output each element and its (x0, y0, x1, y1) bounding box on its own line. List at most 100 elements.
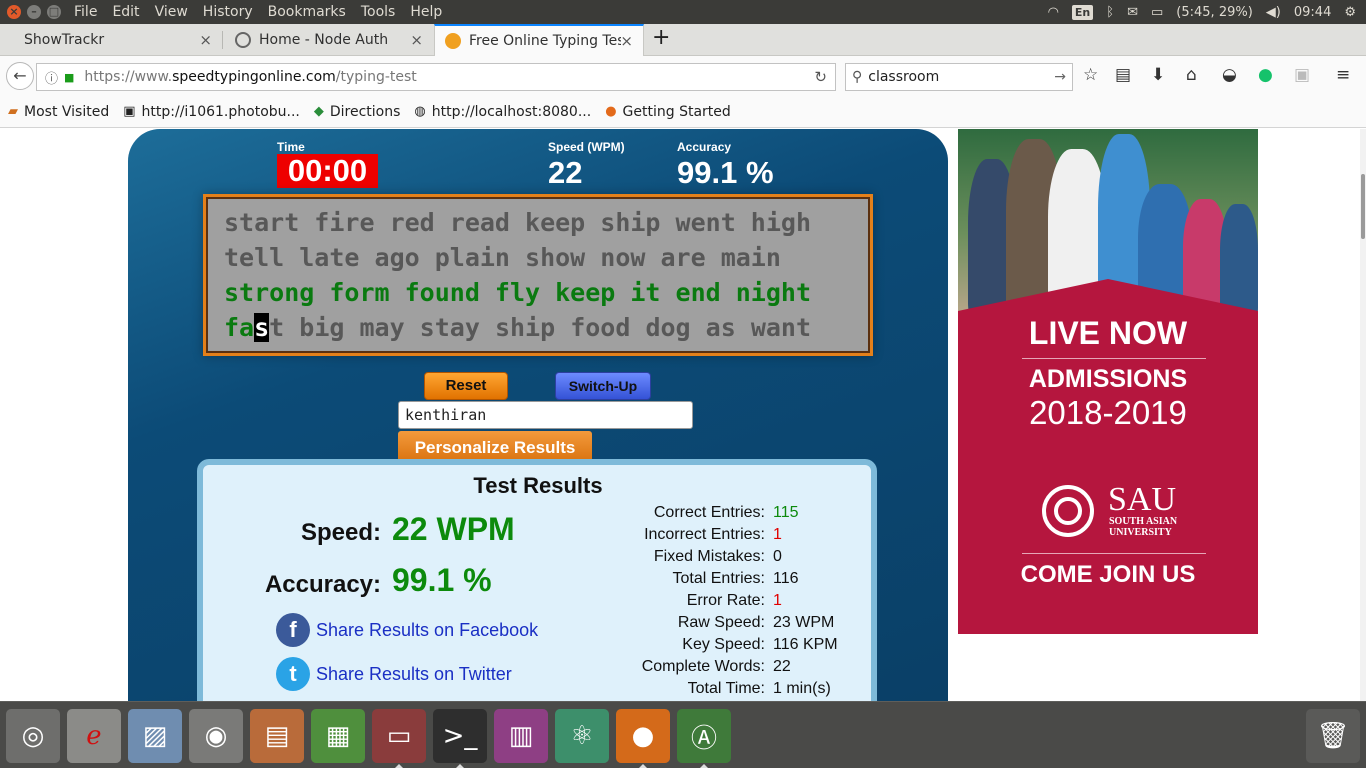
tab-label: Home - Node Auth (259, 32, 389, 48)
hamburger-menu-icon[interactable]: ≡ (1336, 65, 1350, 85)
ad-divider (1022, 553, 1206, 554)
keyboard-layout-indicator[interactable]: En (1071, 4, 1094, 20)
bookmark-localhost[interactable]: ◍ http://localhost:8080... (414, 104, 591, 120)
window-minimize-button[interactable]: – (27, 5, 41, 19)
menu-history[interactable]: History (203, 4, 253, 20)
detail-correct-entries: Correct Entries: 115 (653, 504, 799, 521)
file-manager-icon[interactable]: ▭ (372, 709, 426, 763)
software-updater-icon[interactable]: Ⓐ (677, 709, 731, 763)
battery-icon[interactable]: ▭ (1151, 5, 1163, 20)
share-facebook-link[interactable]: f Share Results on Facebook (276, 613, 538, 647)
bookmark-getting-started[interactable]: ● Getting Started (605, 104, 731, 120)
running-indicator (639, 764, 647, 768)
reading-list-icon[interactable]: ▤ (1115, 65, 1131, 85)
app-launcher-icon[interactable]: ▥ (494, 709, 548, 763)
switch-up-button[interactable]: Switch-Up (555, 372, 651, 400)
bookmark-most-visited[interactable]: ▰ Most Visited (8, 104, 109, 120)
bookmarks-toolbar: ▰ Most Visited ▣ http://i1061.photobu... ◆… (0, 96, 1366, 128)
bluetooth-icon[interactable]: ᛒ (1106, 5, 1114, 20)
mail-icon[interactable]: ✉ (1127, 5, 1138, 20)
image-viewer-icon[interactable]: ▨ (128, 709, 182, 763)
window-close-button[interactable]: × (7, 5, 21, 19)
detail-raw-speed: Raw Speed: 23 WPM (677, 614, 835, 631)
tab-typing-test[interactable]: Free Online Typing Tes × (434, 24, 644, 56)
menu-edit[interactable]: Edit (112, 4, 139, 20)
ubuntu-dash-icon[interactable]: ◎ (6, 709, 60, 763)
close-tab-icon[interactable]: × (410, 31, 423, 49)
lock-icon[interactable]: ■ (64, 71, 74, 84)
advertisement-banner[interactable]: LIVE NOW ADMISSIONS 2018-2019 SAU SOUTH … (958, 129, 1258, 634)
bookmark-photobucket[interactable]: ▣ http://i1061.photobu... (123, 104, 300, 120)
power-gear-icon[interactable]: ⚙ (1344, 5, 1356, 20)
ad-live-now: LIVE NOW (1028, 315, 1188, 351)
menu-view[interactable]: View (155, 4, 188, 20)
menu-bookmarks[interactable]: Bookmarks (268, 4, 346, 20)
close-tab-icon[interactable]: × (620, 32, 633, 50)
detail-fixed-mistakes: Fixed Mistakes: 0 (653, 548, 782, 565)
detail-total-time: Total Time: 1 min(s) (687, 680, 831, 697)
close-tab-icon[interactable]: × (199, 31, 212, 49)
pocket-icon[interactable]: ◒ (1222, 65, 1237, 85)
maps-icon: ◆ (313, 104, 324, 119)
url-text[interactable]: https://www.speedtypingonline.com/typing… (84, 69, 416, 85)
trash-icon[interactable]: 🗑 (1306, 709, 1360, 763)
reload-icon[interactable]: ↻ (814, 68, 827, 86)
bookmark-directions[interactable]: ◆ Directions (314, 104, 401, 120)
bookmark-star-icon[interactable]: ☆ (1083, 65, 1098, 85)
time-label: Time (277, 140, 305, 154)
speed-label: Speed (WPM) (548, 140, 625, 154)
battery-status[interactable]: (5:45, 29%) (1176, 5, 1253, 20)
ad-year: 2018-2019 (1029, 394, 1187, 431)
name-input[interactable]: kenthiran (398, 401, 693, 429)
wifi-icon[interactable]: ◠ (1048, 5, 1059, 20)
share-twitter-link[interactable]: t Share Results on Twitter (276, 657, 512, 691)
completed-text-line: strong form found fly keep it end night (224, 278, 811, 307)
firefox-icon: ● (605, 104, 617, 119)
ad-admissions: ADMISSIONS (1028, 365, 1188, 393)
volume-icon[interactable]: ◀) (1266, 5, 1281, 20)
search-bar[interactable]: ⚲ classroom → (845, 63, 1073, 91)
extension-icon[interactable]: ▣ (1294, 65, 1310, 85)
detail-incorrect-entries: Incorrect Entries: 1 (644, 526, 782, 543)
reset-button[interactable]: Reset (424, 372, 508, 400)
text-line: start fire red read keep ship went high (224, 208, 811, 237)
typing-text-area[interactable]: start fire red read keep ship went high … (203, 194, 873, 356)
tab-label: ShowTrackr (24, 32, 105, 48)
atom-icon[interactable]: ⚛ (555, 709, 609, 763)
speed-value: 22 (548, 155, 583, 190)
tab-showtrackr[interactable]: ShowTrackr × (0, 24, 222, 56)
firefox-icon[interactable]: ● (616, 709, 670, 763)
camera-app-icon[interactable]: ◉ (189, 709, 243, 763)
calc-icon[interactable]: ▦ (311, 709, 365, 763)
search-icon: ⚲ (852, 69, 863, 85)
menu-help[interactable]: Help (410, 4, 442, 20)
current-text-line: fast big may stay ship food dog as want (224, 310, 852, 345)
menu-tools[interactable]: Tools (361, 4, 396, 20)
downloads-icon[interactable]: ⬇ (1151, 65, 1165, 85)
terminal-icon[interactable]: >_ (433, 709, 487, 763)
new-tab-icon[interactable]: + (652, 25, 670, 50)
search-go-icon[interactable]: → (1054, 69, 1066, 85)
ad-logo-sub2: UNIVERSITY (1109, 527, 1172, 538)
home-icon[interactable]: ⌂ (1186, 65, 1197, 85)
url-bar[interactable]: ⓘ ■ https://www.speedtypingonline.com/ty… (36, 63, 836, 91)
window-maximize-button[interactable]: □ (47, 5, 61, 19)
scrollbar-thumb[interactable] (1361, 174, 1365, 239)
grammarly-icon[interactable]: ● (1258, 65, 1273, 85)
text-line: tell late ago plain show now are main (224, 243, 781, 272)
app-menu: File Edit View History Bookmarks Tools H… (74, 4, 457, 20)
facebook-icon: f (276, 613, 310, 647)
tab-home-node-auth[interactable]: Home - Node Auth × (223, 24, 433, 56)
back-button[interactable]: ← (6, 62, 34, 90)
typing-cursor: s (254, 313, 270, 342)
search-input[interactable]: classroom (868, 69, 939, 85)
speedtyping-favicon-icon (445, 33, 461, 49)
sau-logo-icon (1042, 485, 1094, 537)
results-title: Test Results (473, 473, 603, 498)
menu-file[interactable]: File (74, 4, 97, 20)
clock[interactable]: 09:44 (1294, 5, 1331, 20)
info-icon[interactable]: ⓘ (45, 68, 58, 87)
pdf-reader-icon[interactable]: ℯ (67, 709, 121, 763)
result-speed-label: Speed: (300, 519, 381, 546)
impress-icon[interactable]: ▤ (250, 709, 304, 763)
